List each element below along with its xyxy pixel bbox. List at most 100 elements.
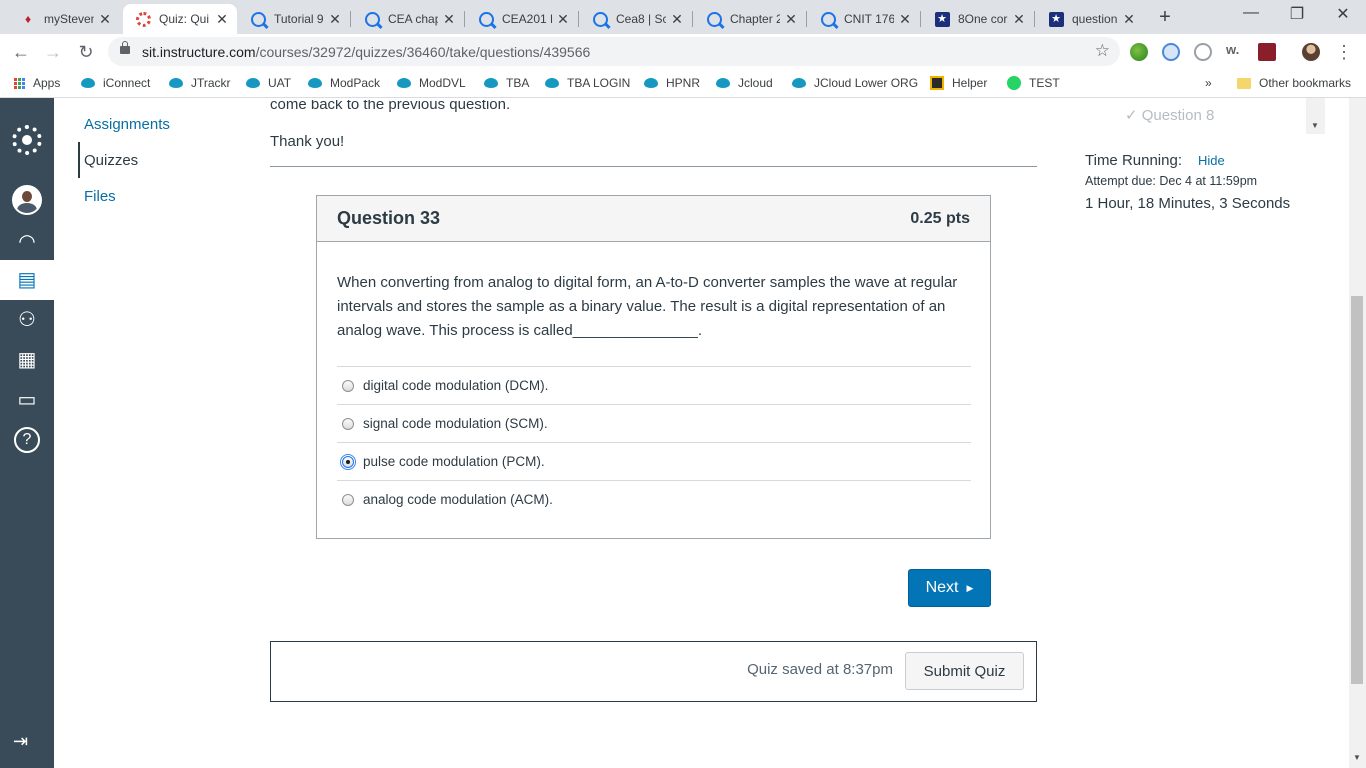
address-bar[interactable]: sit.instructure.com/courses/32972/quizze… [108, 37, 1120, 66]
scroll-down-arrow-icon[interactable]: ▼ [1353, 753, 1361, 762]
close-icon[interactable]: ✕ [898, 11, 912, 28]
close-icon[interactable]: ✕ [1122, 11, 1136, 28]
bookmark-item[interactable]: JTrackr [169, 76, 231, 90]
bookmark-item[interactable]: TBA [484, 76, 529, 90]
question-text: When converting from analog to digital f… [337, 274, 958, 339]
bookmark-label: TBA [506, 76, 530, 90]
answer-option[interactable]: digital code modulation (DCM). [337, 366, 971, 404]
star-icon: ★ [934, 11, 950, 27]
quiz-instructions-tail: come back to the previous question. [270, 96, 511, 113]
inbox-link[interactable]: ▭ [0, 380, 54, 420]
back-button[interactable]: ← [8, 39, 34, 65]
quizlet-icon [820, 11, 836, 27]
bookmark-item[interactable]: iConnect [81, 76, 150, 90]
browser-menu-icon[interactable]: ⋮ [1331, 39, 1357, 65]
extension-w-icon[interactable]: w. [1226, 42, 1244, 60]
close-icon[interactable]: ✕ [98, 11, 112, 28]
close-icon[interactable]: ✕ [670, 11, 684, 28]
other-bookmarks[interactable]: Other bookmarks [1237, 76, 1351, 90]
browser-tab[interactable]: CEA chap ✕ [352, 4, 464, 34]
close-icon[interactable]: ✕ [556, 11, 570, 28]
tab-label: Tutorial 9 [274, 12, 324, 26]
next-button[interactable]: Next ▶ [908, 569, 991, 607]
answer-label[interactable]: digital code modulation (DCM). [363, 378, 548, 393]
bookmark-item[interactable]: ModDVL [397, 76, 466, 90]
answer-option[interactable]: signal code modulation (SCM). [337, 404, 971, 442]
course-nav-quizzes[interactable]: Quizzes [84, 152, 138, 169]
tab-label: question [1072, 12, 1118, 26]
calendar-link[interactable]: ▦ [0, 340, 54, 380]
hide-timer-link[interactable]: Hide [1198, 153, 1225, 168]
minimize-icon[interactable]: — [1228, 4, 1274, 22]
bookmark-star-icon[interactable]: ☆ [1095, 41, 1110, 61]
answer-option-selected[interactable]: pulse code modulation (PCM). [337, 442, 971, 480]
new-tab-button[interactable]: + [1155, 6, 1175, 29]
bookmark-label: iConnect [103, 76, 151, 90]
browser-tab-active[interactable]: Quiz: Qui ✕ [123, 4, 237, 34]
close-icon[interactable]: ✕ [442, 11, 456, 28]
submit-quiz-button[interactable]: Submit Quiz [905, 652, 1024, 690]
browser-tab[interactable]: CNIT 176 ✕ [808, 4, 920, 34]
radio-button[interactable] [342, 493, 354, 506]
forward-button[interactable]: → [40, 39, 66, 65]
canvas-logo-link[interactable] [0, 120, 54, 160]
close-icon[interactable]: ✕ [1012, 11, 1026, 28]
other-bookmarks-label: Other bookmarks [1259, 76, 1352, 90]
bookmark-label: UAT [268, 76, 292, 90]
answer-label[interactable]: analog code modulation (ACM). [363, 492, 553, 507]
close-icon[interactable]: ✕ [784, 11, 798, 28]
close-icon[interactable]: ✕ [328, 11, 342, 28]
reload-button[interactable]: ↻ [73, 39, 99, 65]
help-link[interactable]: ? [0, 420, 54, 460]
restore-icon[interactable]: ❐ [1274, 4, 1320, 24]
scrollbar-thumb[interactable] [1351, 296, 1363, 684]
question-points: 0.25 pts [910, 210, 970, 227]
radio-button[interactable] [342, 417, 354, 430]
page-scrollbar[interactable]: ▼ [1349, 98, 1366, 768]
extension-link-icon[interactable] [1194, 43, 1212, 61]
question-list-scrollbar[interactable]: ▼ [1306, 98, 1325, 134]
radio-button-checked[interactable] [340, 453, 356, 470]
browser-tab[interactable]: Chapter 2 ✕ [694, 4, 806, 34]
radio-button[interactable] [342, 379, 354, 392]
bookmark-item[interactable]: Jcloud [716, 76, 773, 90]
groups-link[interactable]: ⚇ [0, 300, 54, 340]
course-nav-assignments[interactable]: Assignments [84, 116, 170, 133]
bookmarks-overflow-button[interactable]: » [1205, 76, 1212, 90]
inbox-icon: ▭ [17, 389, 37, 411]
bookmark-item[interactable]: HPNR [644, 76, 700, 90]
browser-tab[interactable]: CEA201 L ✕ [466, 4, 578, 34]
profile-avatar-icon[interactable] [1302, 43, 1320, 61]
url-text[interactable]: sit.instructure.com/courses/32972/quizze… [142, 44, 590, 60]
close-icon[interactable]: ✕ [215, 11, 229, 28]
account-link[interactable] [0, 180, 54, 220]
answer-option[interactable]: analog code modulation (ACM). [337, 480, 971, 518]
course-nav-files[interactable]: Files [84, 188, 116, 205]
attempt-due-date: Attempt due: Dec 4 at 11:59pm [1085, 174, 1258, 188]
dashboard-link[interactable]: ◠ [0, 222, 54, 262]
collapse-nav-icon[interactable]: ⇥ [13, 731, 28, 752]
answer-label[interactable]: signal code modulation (SCM). [363, 416, 548, 431]
question-list-item[interactable]: ✓ Question 8 [1125, 109, 1214, 124]
bookmark-item[interactable]: TBA LOGIN [545, 76, 630, 90]
browser-tab[interactable]: Cea8 | Sc ✕ [580, 4, 692, 34]
extension-o-icon[interactable] [1162, 43, 1180, 61]
extension-red-icon[interactable] [1258, 43, 1276, 61]
bookmark-label: JCloud Lower ORG [814, 76, 919, 90]
courses-link[interactable]: ▤ [0, 260, 54, 300]
bookmark-item[interactable]: ModPack [308, 76, 380, 90]
browser-tab[interactable]: ♦ mySteven ✕ [8, 4, 120, 34]
tab-label: Chapter 2 [730, 12, 780, 26]
answer-label[interactable]: pulse code modulation (PCM). [363, 454, 545, 469]
browser-tab[interactable]: ★ 8One cor ✕ [922, 4, 1034, 34]
bookmark-item[interactable]: JCloud Lower ORG [792, 76, 918, 90]
url-host: sit.instructure.com [142, 44, 256, 60]
bookmark-item[interactable]: Helper [930, 76, 987, 90]
window-close-icon[interactable]: ✕ [1320, 4, 1366, 24]
bookmark-item[interactable]: UAT [246, 76, 291, 90]
extension-globe-icon[interactable] [1130, 43, 1148, 61]
bookmark-item[interactable]: TEST [1007, 76, 1060, 90]
bookmark-apps[interactable]: Apps [14, 76, 60, 90]
browser-tab[interactable]: Tutorial 9 ✕ [238, 4, 350, 34]
browser-tab[interactable]: ★ question ✕ [1036, 4, 1144, 34]
